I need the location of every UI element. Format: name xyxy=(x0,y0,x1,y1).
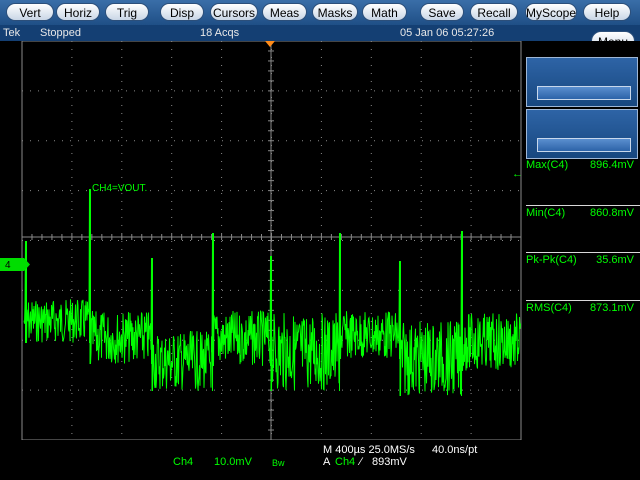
measurement-label: Max(C4) xyxy=(526,159,569,171)
status-bar: Tek Stopped 18 Acqs 05 Jan 06 05:27:26 xyxy=(0,25,640,41)
acquisition-state: Stopped xyxy=(40,27,81,39)
measurement-value: 896.4mV xyxy=(589,159,634,171)
channel-marker: 4 xyxy=(0,258,30,271)
divider xyxy=(526,300,640,301)
measurement-pkpk[interactable]: Pk-Pk(C4) 35.6mV xyxy=(526,252,640,304)
menu-horiz[interactable]: Horiz xyxy=(56,3,100,21)
measurement-max[interactable]: Max(C4) 896.4mV xyxy=(526,159,640,209)
trigger-level[interactable]: 893mV xyxy=(372,456,407,468)
date-time: 05 Jan 06 05:27:26 xyxy=(400,27,495,39)
measurement-label: Min(C4) xyxy=(526,207,566,219)
trigger-mode[interactable]: A xyxy=(323,456,330,468)
measurement-value: 860.8mV xyxy=(589,207,634,219)
trigger-slope-icon: ∕ xyxy=(360,456,362,468)
divider xyxy=(526,252,640,253)
readout-box-1[interactable] xyxy=(526,57,638,107)
bandwidth-limit-indicator: Bw xyxy=(272,458,285,468)
brand-label: Tek xyxy=(3,27,21,39)
acquisition-count: 18 Acqs xyxy=(200,27,240,39)
bottom-readout: M 400µs 25.0MS/s 40.0ns/pt Ch4 10.0mV Bw… xyxy=(0,440,640,480)
measurement-arrow-icon: ← xyxy=(512,168,523,180)
resolution-readout[interactable]: 40.0ns/pt xyxy=(432,444,477,456)
measurement-value: 35.6mV xyxy=(596,254,634,266)
measurement-label: RMS(C4) xyxy=(526,302,572,314)
side-panel: ← Max(C4) 896.4mV Min(C4) 860.8mV Pk-Pk(… xyxy=(512,41,640,440)
timebase-readout[interactable]: M 400µs 25.0MS/s xyxy=(323,444,415,456)
menu-meas[interactable]: Meas xyxy=(262,3,307,21)
readout-field-2[interactable] xyxy=(537,138,631,152)
menu-disp[interactable]: Disp xyxy=(160,3,204,21)
measurement-label: Pk-Pk(C4) xyxy=(526,254,577,266)
menu-recall[interactable]: Recall xyxy=(470,3,518,21)
trigger-source[interactable]: Ch4 xyxy=(335,456,355,468)
menu-trig[interactable]: Trig xyxy=(105,3,149,21)
channel-marker-label: 4 xyxy=(5,260,11,271)
divider xyxy=(526,205,640,206)
vertical-scale[interactable]: 10.0mV xyxy=(214,456,252,468)
menu-masks[interactable]: Masks xyxy=(312,3,358,21)
channel-annotation: CH4=VOUT. xyxy=(92,183,147,194)
channel-name[interactable]: Ch4 xyxy=(173,456,193,468)
menu-myscope[interactable]: MyScope xyxy=(525,3,577,21)
menu-save[interactable]: Save xyxy=(420,3,464,21)
readout-field-1[interactable] xyxy=(537,86,631,100)
menu-vert[interactable]: Vert xyxy=(6,3,54,21)
menu-help[interactable]: Help xyxy=(583,3,631,21)
measurement-min[interactable]: Min(C4) 860.8mV xyxy=(526,205,640,257)
menu-cursors[interactable]: Cursors xyxy=(210,3,258,21)
trigger-position-marker xyxy=(265,41,275,47)
measurement-rms[interactable]: RMS(C4) 873.1mV xyxy=(526,300,640,352)
waveform-graticule: 4 CH4=VOUT. xyxy=(0,41,522,440)
measurement-value: 873.1mV xyxy=(589,302,634,314)
menu-bar: Vert Horiz Trig Disp Cursors Meas Masks … xyxy=(0,0,640,26)
menu-math[interactable]: Math xyxy=(362,3,407,21)
readout-box-2[interactable] xyxy=(526,109,638,159)
